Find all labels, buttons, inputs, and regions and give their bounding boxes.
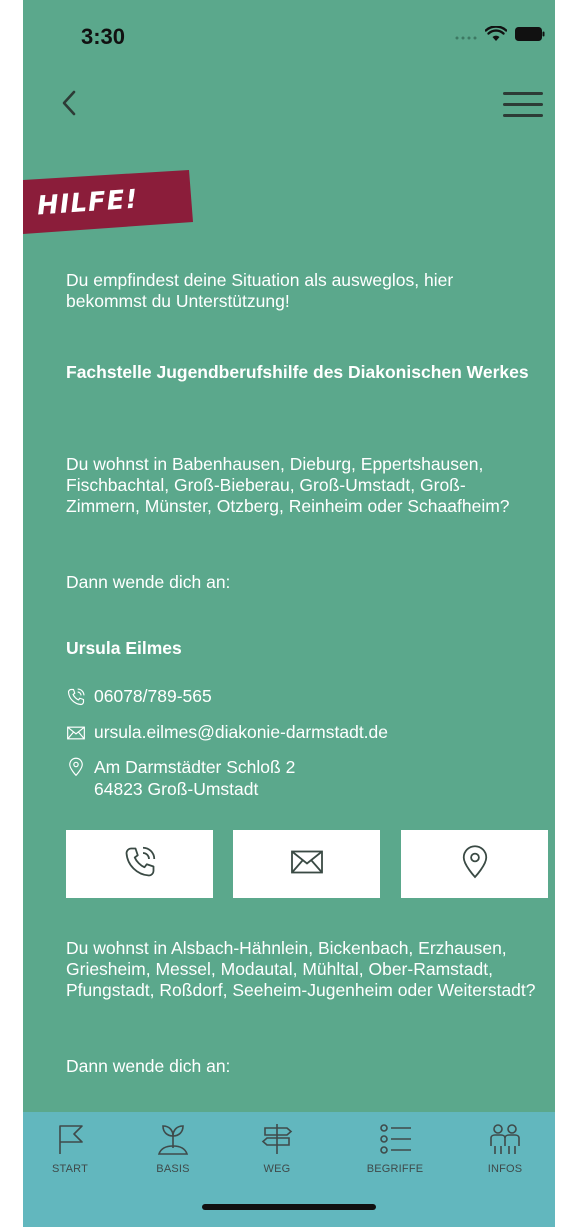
phone-icon	[66, 687, 86, 707]
mail-icon	[289, 844, 325, 885]
signpost-icon	[257, 1122, 297, 1161]
battery-icon	[515, 27, 545, 46]
tab-weg[interactable]: WEG	[232, 1122, 322, 1192]
tab-begriffe[interactable]: BEGRIFFE	[350, 1122, 440, 1192]
location-pin-icon	[66, 757, 86, 777]
people-icon	[485, 1122, 525, 1161]
status-icons	[455, 25, 545, 47]
intro-text: Du empfindest deine Situation als ausweg…	[66, 270, 454, 311]
map-button[interactable]	[401, 830, 548, 898]
phone-number[interactable]: 06078/789-565	[94, 686, 212, 707]
hilfe-banner: HILFE!	[23, 170, 193, 234]
tab-label: START	[51, 1163, 89, 1175]
list-icon	[375, 1122, 415, 1161]
tab-basis[interactable]: BASIS	[128, 1122, 218, 1192]
tab-label: WEG	[263, 1163, 291, 1175]
email-address[interactable]: ursula.eilmes@diakonie-darmstadt.de	[94, 722, 388, 743]
email-row[interactable]: ursula.eilmes@diakonie-darmstadt.de	[66, 722, 388, 743]
status-bar: 3:30	[23, 0, 555, 72]
email-button[interactable]	[233, 830, 380, 898]
org-name: Fachstelle Jugendberufshilfe des Diakoni…	[66, 362, 529, 382]
mail-icon	[66, 723, 86, 743]
region-text-1: Du wohnst in Babenhausen, Dieburg, Epper…	[66, 454, 510, 516]
home-indicator[interactable]	[202, 1204, 376, 1210]
tab-label: INFOS	[487, 1163, 523, 1175]
chevron-left-icon	[59, 90, 79, 122]
address-row[interactable]: Am Darmstädter Schloß 2 64823 Groß-Umsta…	[66, 756, 295, 800]
tab-label: BEGRIFFE	[366, 1163, 424, 1175]
status-time: 3:30	[81, 24, 126, 49]
tab-bar: START BASIS WEG BEGRIFFE INFOS	[23, 1112, 555, 1227]
wifi-icon	[484, 25, 508, 47]
address-line-1: Am Darmstädter Schloß 2	[94, 757, 296, 777]
location-pin-icon	[457, 844, 493, 885]
app-screen: 3:30 HILFE! Du empfindest deine Situatio…	[23, 0, 555, 1227]
tab-infos[interactable]: INFOS	[460, 1122, 550, 1192]
action-buttons	[66, 830, 548, 898]
signal-dots-icon	[455, 28, 477, 46]
menu-button[interactable]	[503, 90, 543, 122]
flag-icon	[50, 1122, 90, 1161]
hamburger-menu-icon	[503, 92, 543, 124]
address-line-2: 64823 Groß-Umstadt	[94, 779, 259, 799]
sprout-icon	[153, 1122, 193, 1161]
address: Am Darmstädter Schloß 2 64823 Groß-Umsta…	[94, 756, 295, 800]
person-name: Ursula Eilmes	[66, 638, 182, 658]
phone-row[interactable]: 06078/789-565	[66, 686, 212, 707]
phone-icon	[122, 844, 158, 885]
tab-label: BASIS	[156, 1163, 190, 1175]
region-text-2: Du wohnst in Alsbach-Hähnlein, Bickenbac…	[66, 938, 536, 1000]
call-button[interactable]	[66, 830, 213, 898]
back-button[interactable]	[59, 88, 89, 128]
tab-start[interactable]: START	[25, 1122, 115, 1192]
contact-prompt-1: Dann wende dich an:	[66, 572, 231, 592]
contact-prompt-2: Dann wende dich an:	[66, 1056, 231, 1076]
nav-bar	[23, 78, 555, 138]
